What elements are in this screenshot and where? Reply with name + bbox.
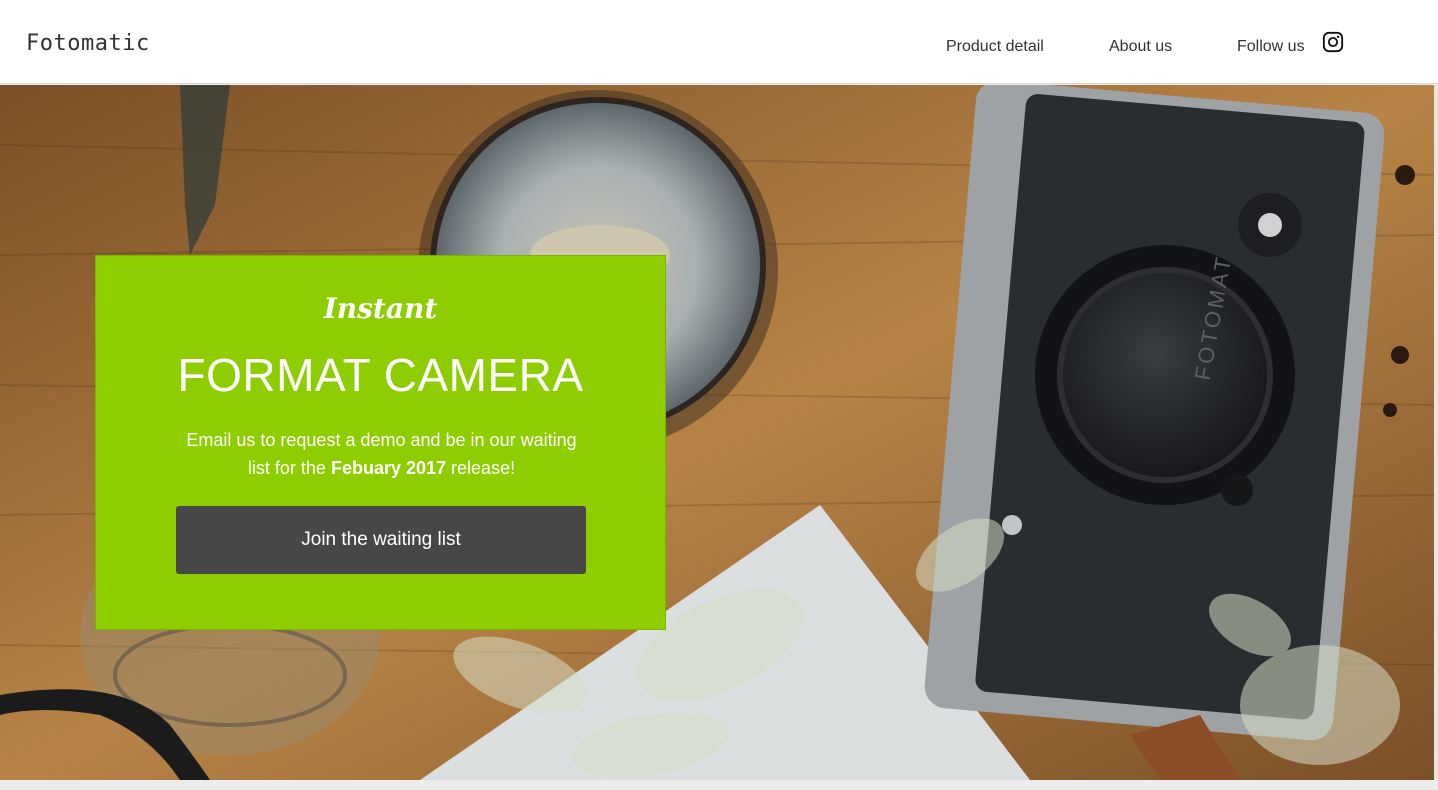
nav-about-us[interactable]: About us	[1109, 38, 1172, 56]
release-date: Febuary 2017	[330, 458, 447, 478]
promo-card: Instant FORMAT CAMERA Email us to reques…	[95, 255, 666, 630]
site-logo[interactable]: Fotomatic	[26, 31, 150, 56]
promo-desc-suffix: release!	[451, 458, 516, 478]
site-header: Fotomatic Product detail About us Follow…	[0, 0, 1438, 84]
instagram-icon[interactable]	[1322, 31, 1344, 53]
hero-section: FOTOMAT Instant FORMAT CAMERA Email us t…	[0, 85, 1434, 780]
promo-title: FORMAT CAMERA	[177, 349, 584, 401]
nav-follow-us: Follow us	[1237, 38, 1305, 55]
scrollbar[interactable]	[1434, 85, 1438, 780]
nav-product-detail[interactable]: Product detail	[946, 38, 1044, 56]
promo-description: Email us to request a demo and be in our…	[184, 426, 579, 482]
promo-kicker: Instant	[323, 292, 438, 325]
join-waiting-list-button[interactable]: Join the waiting list	[176, 506, 586, 574]
